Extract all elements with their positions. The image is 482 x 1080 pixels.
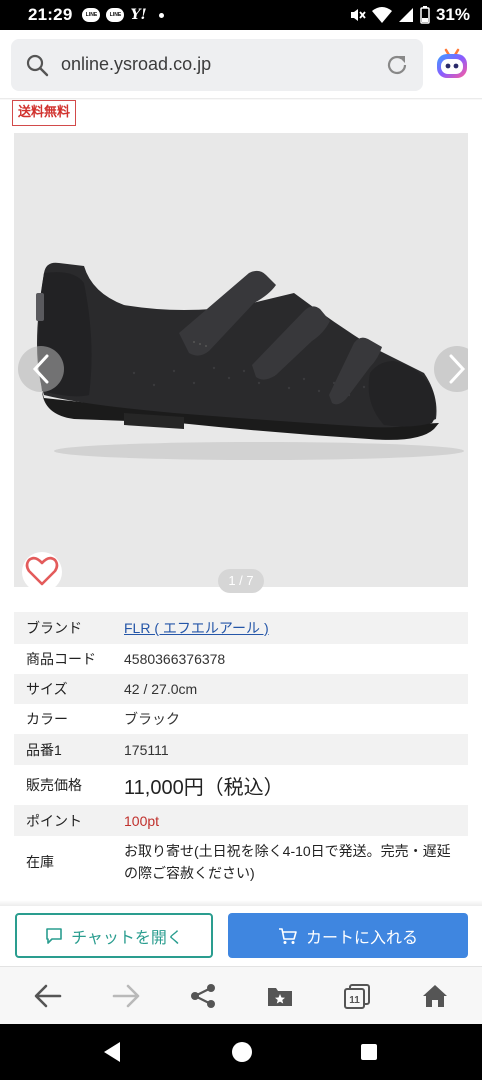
cart-icon (278, 927, 297, 944)
spec-row-price: 販売価格 11,000円（税込） (14, 765, 468, 805)
brand-link[interactable]: FLR ( エフエルアール ) (124, 618, 468, 638)
favorite-heart-icon[interactable] (21, 551, 63, 593)
line-app-icon: LINE (82, 8, 101, 22)
spec-label: ブランド (26, 620, 82, 636)
add-to-cart-button[interactable]: カートに入れる (228, 913, 468, 958)
status-bar: 21:29 LINE LINE Y! 31% (0, 0, 482, 30)
tabs-button[interactable]: 11 (342, 981, 372, 1011)
product-spec-table: ブランド FLR ( エフエルアール ) 商品コード 4580366376378… (14, 612, 468, 888)
product-image-carousel[interactable] (14, 133, 468, 587)
chevron-left-icon (32, 354, 49, 384)
spec-label: 販売価格 (26, 777, 82, 793)
spec-value: 4580366376378 (124, 651, 226, 667)
tabs-icon: 11 (344, 984, 370, 1009)
more-notifications-dot (158, 12, 164, 18)
system-back-icon[interactable] (102, 1041, 122, 1063)
spec-label: ポイント (26, 812, 82, 829)
share-icon (191, 984, 215, 1008)
mute-icon (350, 9, 366, 21)
tabs-count: 11 (349, 995, 360, 1006)
browser-bottom-nav: 11 (0, 966, 482, 1024)
spec-row-color: カラー ブラック (14, 704, 468, 734)
spec-value: ブラック (124, 711, 180, 727)
spec-label: カラー (26, 711, 68, 727)
signal-icon (398, 8, 413, 22)
spec-value: 175111 (124, 741, 169, 758)
forward-arrow-icon (112, 984, 140, 1008)
line-app-icon-2: LINE (106, 8, 125, 22)
chevron-right-icon (449, 354, 466, 384)
bookmark-folder-icon (268, 988, 292, 1006)
purchase-action-bar: チャットを開く カートに入れる (0, 906, 482, 966)
reload-icon[interactable] (385, 53, 409, 77)
url-text: online.ysroad.co.jp (61, 54, 212, 74)
spec-row-part-number: 品番1 175111 (14, 734, 468, 765)
search-icon (26, 54, 49, 77)
address-bar[interactable]: online.ysroad.co.jp (11, 39, 423, 91)
spec-label: 在庫 (26, 854, 54, 870)
bookmarks-button[interactable] (265, 981, 295, 1011)
free-shipping-badge: 送料無料 (12, 100, 77, 126)
browser-mascot-icon[interactable] (435, 46, 469, 80)
yahoo-app-icon: Y! (130, 7, 147, 23)
system-home-icon[interactable] (231, 1041, 253, 1063)
battery-icon (420, 6, 430, 24)
home-button[interactable] (420, 981, 450, 1011)
forward-button[interactable] (111, 981, 141, 1011)
spec-row-points: ポイント 100pt (14, 805, 468, 836)
price-value: 11,000円（税込） (124, 776, 284, 799)
status-time: 21:29 (28, 5, 73, 24)
back-button[interactable] (33, 981, 63, 1011)
spec-label: サイズ (26, 681, 68, 697)
battery-percent: 31% (435, 5, 470, 24)
share-button[interactable] (188, 981, 218, 1011)
home-icon (423, 985, 447, 1007)
screen: { "status_bar": { "time": "21:29", "app_… (0, 0, 482, 1080)
spec-row-product-code: 商品コード 4580366376378 (14, 644, 468, 674)
browser-toolbar: online.ysroad.co.jp (0, 30, 482, 100)
spec-row-brand: ブランド FLR ( エフエルアール ) (14, 612, 468, 644)
spec-label: 商品コード (26, 651, 96, 667)
open-chat-label: チャットを開く (71, 929, 183, 947)
image-page-indicator: 1 / 7 (218, 569, 264, 593)
points-value: 100pt (124, 812, 160, 829)
notification-icons: LINE LINE Y! (82, 7, 164, 23)
add-to-cart-label: カートに入れる (305, 929, 418, 947)
system-navigation-bar (0, 1024, 482, 1080)
stock-value: お取り寄せ(土日祝を除く4-10日で発送。完売・遅延の際ご容赦ください) (124, 843, 451, 881)
spec-value: 42 / 27.0cm (124, 681, 198, 697)
spec-label: 品番1 (26, 741, 62, 758)
wifi-icon (371, 7, 392, 23)
system-recents-icon[interactable] (360, 1043, 378, 1061)
spec-row-stock: 在庫 お取り寄せ(土日祝を除く4-10日で発送。完売・遅延の際ご容赦ください) (14, 836, 468, 888)
chat-icon (46, 927, 62, 944)
back-arrow-icon (34, 984, 62, 1008)
open-chat-button[interactable]: チャットを開く (15, 913, 213, 958)
product-image (36, 262, 464, 460)
spec-row-size: サイズ 42 / 27.0cm (14, 674, 468, 704)
carousel-prev-button[interactable] (18, 346, 64, 392)
status-right: 31% (348, 5, 470, 25)
